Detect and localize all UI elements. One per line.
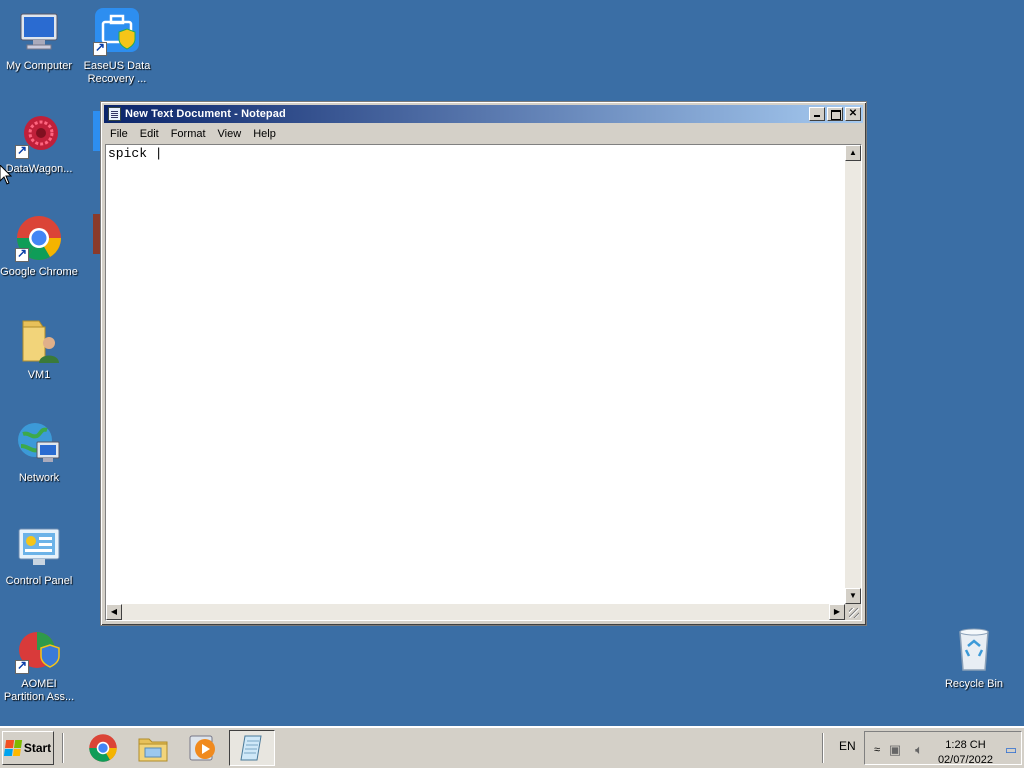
aomei-icon — [15, 626, 63, 674]
desktop-icon-vm1[interactable]: VM1 — [0, 317, 78, 382]
network-icon — [15, 420, 63, 468]
notepad-window[interactable]: New Text Document - Notepad ✕ File Edit … — [100, 101, 867, 626]
folder-icon — [138, 738, 168, 762]
start-label: Start — [23, 741, 52, 755]
desktop-icon-recycle-bin[interactable]: Recycle Bin — [935, 626, 1013, 691]
control-panel-icon — [15, 523, 63, 571]
taskbar-separator — [62, 733, 64, 763]
resize-grip[interactable] — [845, 604, 861, 620]
notepad-icon — [240, 735, 262, 761]
network-tray-icon[interactable]: ▣ — [887, 742, 903, 758]
clock[interactable]: 1:28 CH 02/07/2022 — [938, 738, 993, 768]
horizontal-scrollbar[interactable]: ◀ ▶ — [106, 604, 845, 620]
desktop-icon-google-chrome[interactable]: Google Chrome — [0, 214, 78, 279]
notepad-icon — [108, 107, 121, 121]
desktop-icon-aomei[interactable]: AOMEI Partition Ass... — [0, 626, 78, 704]
chrome-icon — [15, 214, 63, 262]
desktop-icon-label: AOMEI Partition Ass... — [3, 678, 75, 703]
start-button[interactable]: Start — [2, 731, 54, 765]
show-desktop-icon[interactable]: ▭ — [1003, 742, 1019, 758]
desktop-icon-easeus[interactable]: EaseUS Data Recovery ... — [78, 8, 156, 86]
maximize-button[interactable] — [827, 107, 843, 121]
scroll-right-button[interactable]: ▶ — [829, 604, 845, 620]
computer-icon — [15, 8, 63, 56]
desktop-icon-control-panel[interactable]: Control Panel — [0, 523, 78, 588]
desktop-icon-my-computer[interactable]: My Computer — [0, 8, 78, 73]
easeus-icon — [93, 8, 141, 56]
mouse-cursor-icon — [0, 165, 12, 185]
taskbar-explorer[interactable] — [130, 730, 176, 766]
desktop-icon-label: Network — [18, 472, 60, 484]
title-bar[interactable]: New Text Document - Notepad ✕ — [104, 105, 863, 123]
minimize-button[interactable] — [809, 107, 825, 121]
document-text[interactable]: spick | — [108, 146, 163, 161]
desktop-icon-label: EaseUS Data Recovery ... — [83, 60, 151, 85]
taskbar-notepad[interactable] — [229, 730, 275, 766]
scroll-up-button[interactable]: ▲ — [845, 145, 861, 161]
desktop-icon-label: Control Panel — [5, 575, 73, 587]
desktop-icon-network[interactable]: Network — [0, 420, 78, 485]
desktop-icon-label: Google Chrome — [0, 266, 78, 278]
windows-logo-icon — [3, 740, 22, 756]
taskbar: Start EN ≈ ▣ 🔈︎ 1:28 CH 02/07/2022 ▭ — [0, 726, 1024, 768]
chevron-up-icon[interactable]: ≈ — [869, 742, 885, 758]
scroll-down-button[interactable]: ▼ — [845, 588, 861, 604]
vertical-scrollbar[interactable]: ▲ ▼ — [845, 145, 861, 604]
text-editor[interactable]: spick | ▲ ▼ ◀ ▶ — [105, 144, 862, 621]
taskbar-media-player[interactable] — [180, 730, 226, 766]
menu-view[interactable]: View — [212, 128, 248, 140]
system-tray: ≈ ▣ 🔈︎ 1:28 CH 02/07/2022 ▭ — [864, 731, 1022, 768]
window-title: New Text Document - Notepad — [125, 108, 286, 120]
desktop-icon-label: Recycle Bin — [944, 678, 1004, 690]
chrome-icon — [89, 734, 117, 762]
menu-bar: File Edit Format View Help — [104, 124, 863, 143]
menu-help[interactable]: Help — [247, 128, 282, 140]
close-button[interactable]: ✕ — [845, 107, 861, 121]
menu-file[interactable]: File — [104, 128, 134, 140]
language-indicator[interactable]: EN — [839, 739, 856, 753]
datawagon-icon — [15, 111, 63, 159]
scroll-left-button[interactable]: ◀ — [106, 604, 122, 620]
media-player-icon — [189, 735, 215, 761]
taskbar-chrome[interactable] — [80, 730, 126, 766]
taskbar-separator — [822, 733, 824, 763]
user-folder-icon — [15, 317, 63, 365]
volume-icon[interactable]: 🔈︎ — [911, 742, 927, 758]
desktop-icon-label: My Computer — [5, 60, 73, 72]
desktop-icon-label: VM1 — [27, 369, 51, 381]
clock-date: 02/07/2022 — [937, 754, 993, 766]
clock-time: 1:28 CH — [945, 739, 986, 751]
recycle-bin-icon — [950, 626, 998, 674]
menu-format[interactable]: Format — [165, 128, 212, 140]
menu-edit[interactable]: Edit — [134, 128, 165, 140]
